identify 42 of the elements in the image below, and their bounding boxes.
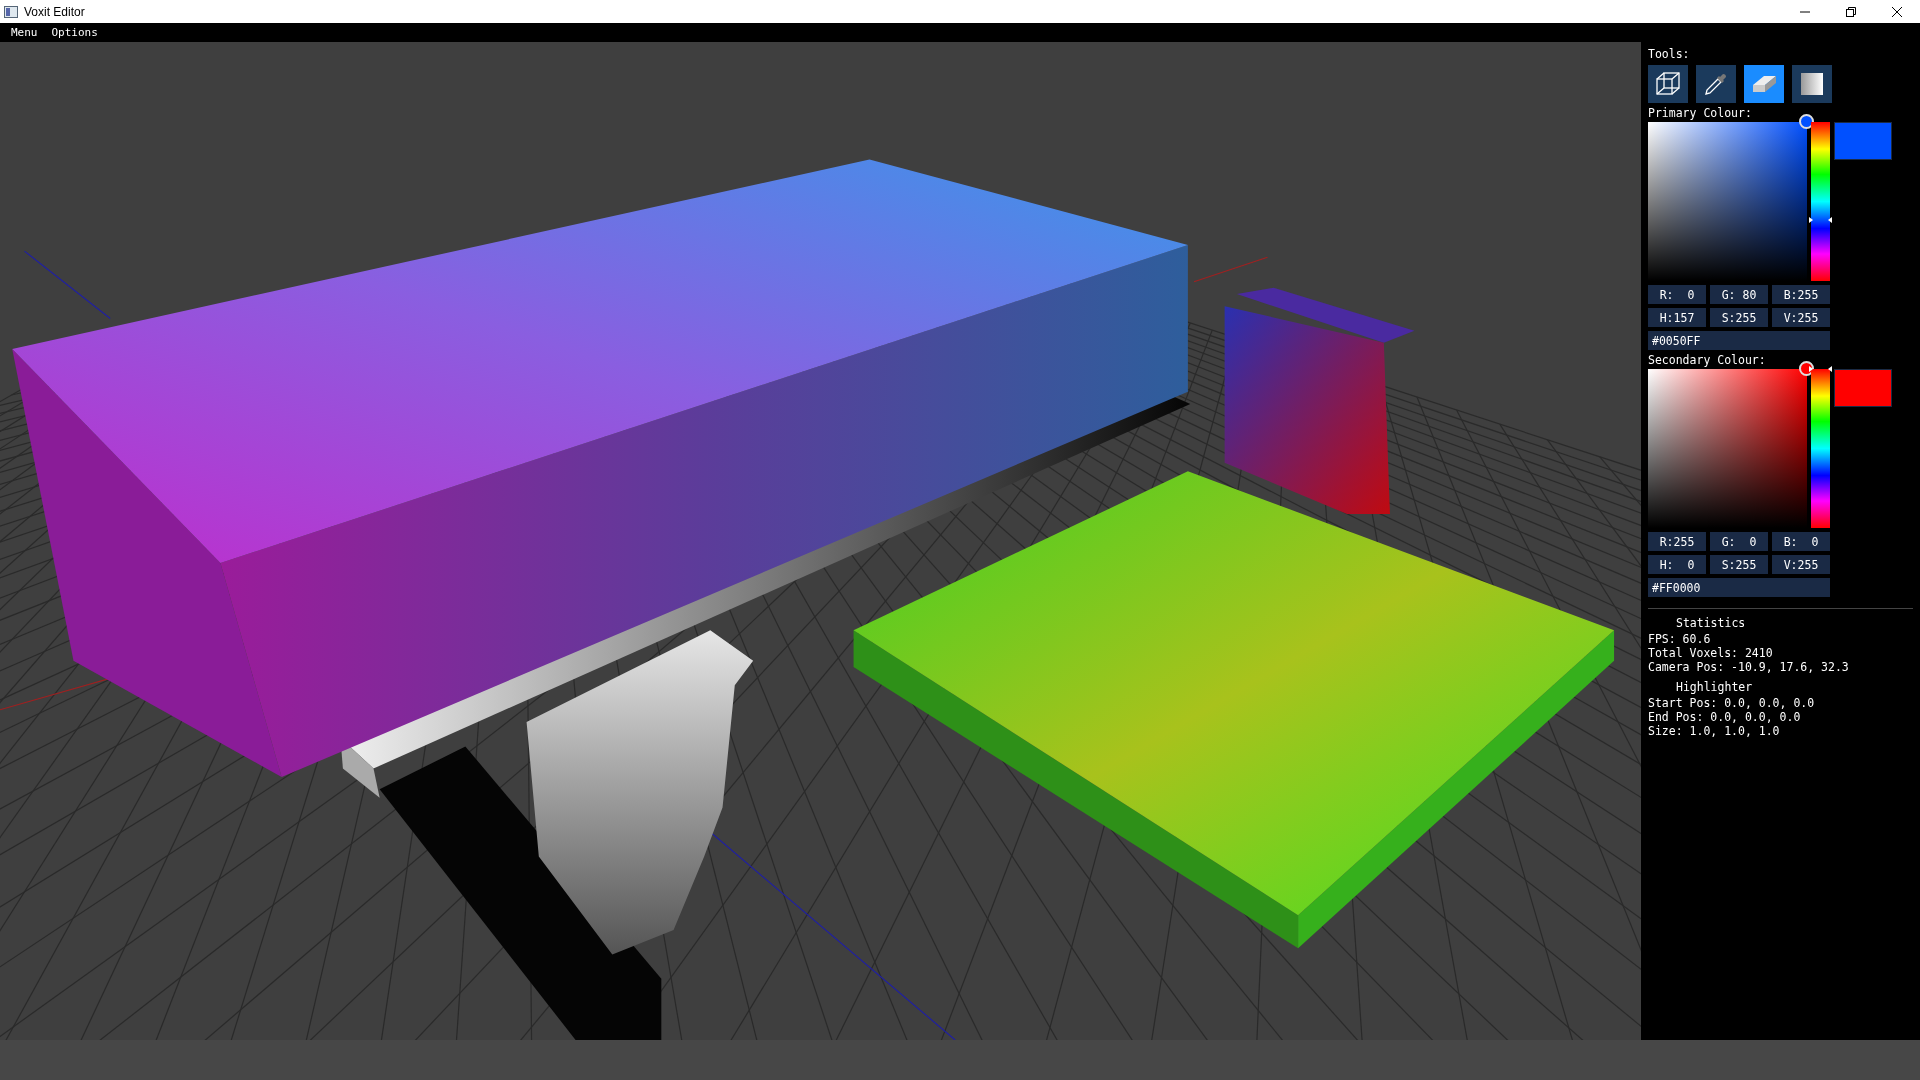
tools-label: Tools: [1648,48,1691,61]
window-title: Voxit Editor [24,4,86,19]
stat-line: End Pos: 0.0, 0.0, 0.0 [1648,710,1802,724]
section-title: Statistics [1675,615,1747,632]
section-title: Highlighter [1675,679,1754,696]
colour-value-field[interactable]: B:255 [1772,285,1830,304]
stat-line: Total Voxels: 2410 [1648,646,1774,660]
tool-button[interactable] [1696,65,1736,103]
cube-icon [1654,70,1682,98]
hex-field[interactable]: #0050FF [1648,331,1830,350]
colour-value-field[interactable]: R: 0 [1648,285,1706,304]
colour-label: Primary Colour: [1648,107,1753,120]
colour-value-field[interactable]: V:255 [1772,308,1830,327]
hue-slider[interactable] [1811,122,1830,281]
saturation-value-field[interactable] [1648,122,1807,281]
hue-slider[interactable] [1811,369,1830,528]
colour-value-field[interactable]: R:255 [1648,532,1706,551]
hue-slider-handle[interactable] [1809,366,1832,372]
saturation-value-field[interactable] [1648,369,1807,528]
restore-icon [1846,6,1856,17]
gradient-icon [1798,70,1826,98]
stat-line: Camera Pos: -10.9, 17.6, 32.3 [1648,660,1850,674]
menu-item[interactable]: Menu [6,26,43,39]
app-icon [4,5,18,18]
hue-slider-handle[interactable] [1809,216,1832,223]
colour-label: Secondary Colour: [1648,354,1767,367]
colour-value-field[interactable]: V:255 [1772,555,1830,574]
close-icon [1892,6,1902,17]
colour-value-field[interactable]: G: 0 [1710,532,1768,551]
hex-field[interactable]: #FF0000 [1648,578,1830,597]
colour-value-field[interactable]: B: 0 [1772,532,1830,551]
tool-button[interactable] [1648,65,1688,103]
colour-value-field[interactable]: S:255 [1710,555,1768,574]
colour-value-field[interactable]: H:157 [1648,308,1706,327]
stat-line: Start Pos: 0.0, 0.0, 0.0 [1648,696,1816,710]
colour-value-field[interactable]: G: 80 [1710,285,1768,304]
menu-item[interactable]: Options [46,26,103,39]
stat-line: FPS: 60.6 [1648,632,1712,646]
stat-line: Size: 1.0, 1.0, 1.0 [1648,724,1781,738]
tool-button[interactable] [1792,65,1832,103]
colour-value-field[interactable]: H: 0 [1648,555,1706,574]
colour-value-field[interactable]: S:255 [1710,308,1768,327]
